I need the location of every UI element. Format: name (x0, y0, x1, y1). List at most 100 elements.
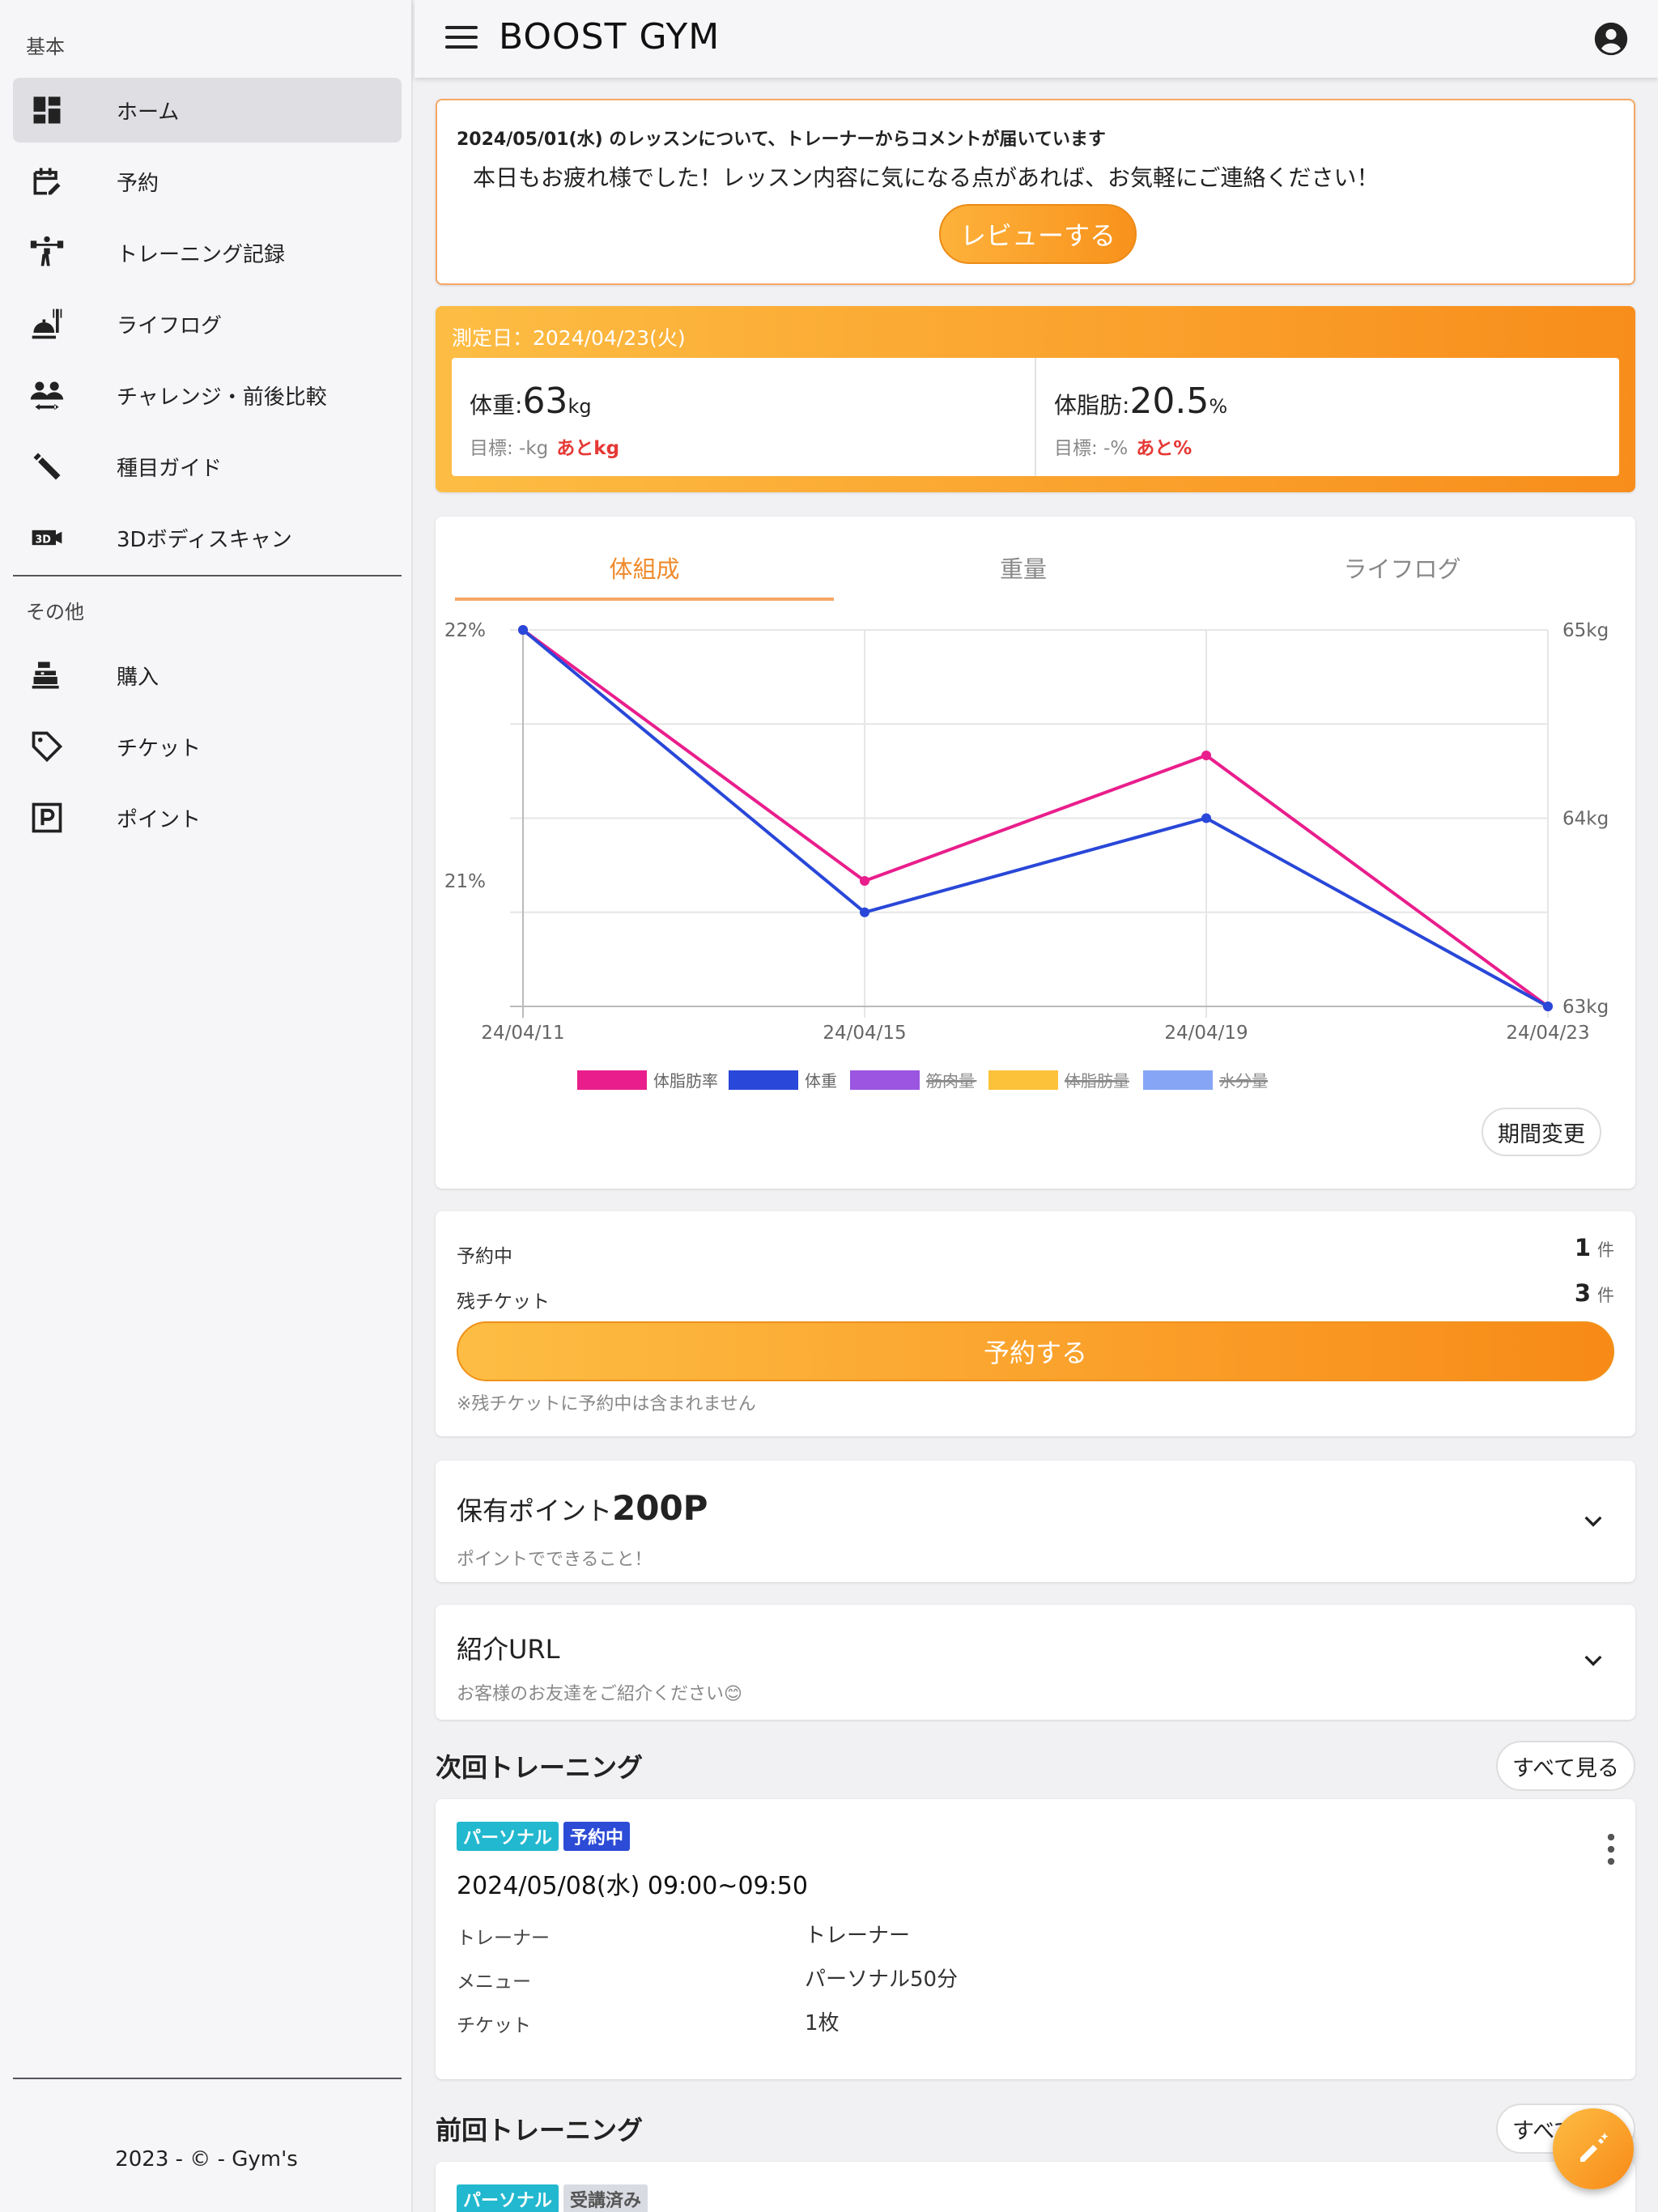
badge-personal: パーソナル (457, 2184, 559, 2212)
sidebar-item-label: 種目ガイド (117, 456, 223, 481)
reserve-note: ※残チケットに予約中は含まれません (457, 1394, 756, 1414)
sidebar-item-label: ホーム (117, 100, 180, 125)
reservation-card: 予約中 1件 残チケット 3件 予約する ※残チケットに予約中は含まれません (436, 1211, 1635, 1436)
prev-training-title: 前回トレーニング (436, 2115, 644, 2146)
fat-remaining: あと% (1136, 438, 1192, 459)
see-all-next-button[interactable]: すべて見る (1496, 1741, 1635, 1791)
dashboard-icon (28, 91, 66, 130)
sidebar-item-label: ポイント (117, 807, 202, 832)
legend-label: 体脂肪率 (653, 1071, 718, 1091)
detail-value-trainer: トレーナー (805, 1924, 911, 1948)
measurement-summary: 測定日：2024/04/23(火) 体重:63kg 目標: -kg あとkg 体脂… (436, 306, 1635, 492)
more-vert-icon[interactable] (1606, 1833, 1616, 1865)
sidebar-item-label: トレーニング記録 (117, 242, 286, 267)
referral-accordion[interactable]: 紹介URL お客様のお友達をご紹介ください😊 (436, 1605, 1635, 1720)
chart-card: 体組成 重量 ライフログ 22% 21% 65kg 64kg 63kg 24/04/11 2… (436, 517, 1635, 1189)
pending-label: 予約中 (457, 1246, 512, 1267)
sidebar-item-points[interactable]: ポイント (13, 785, 402, 850)
next-training-datetime: 2024/05/08(水) 09:00~09:50 (457, 1872, 808, 1900)
sidebar-item-training-log[interactable]: トレーニング記録 (13, 220, 402, 285)
svg-text:3D: 3D (35, 534, 51, 546)
legend-swatch (577, 1070, 647, 1090)
referral-title: 紹介URL (457, 1634, 560, 1665)
next-training-title: 次回トレーニング (436, 1752, 644, 1783)
badge-personal: パーソナル (457, 1822, 559, 1851)
series-point (860, 876, 869, 886)
3d-icon: 3D (28, 518, 66, 557)
sidebar: 基本 ホーム 予約 トレーニング記録 ライフログ チャレンジ・前後比較 種目ガイ… (0, 0, 413, 2212)
legend-swatch (850, 1070, 920, 1090)
sidebar-item-exercise-guide[interactable]: 種目ガイド (13, 434, 402, 499)
weight-target: 目標: -kg (470, 438, 549, 459)
sidebar-item-reservation[interactable]: 予約 (13, 149, 402, 214)
weight-column: 体重:63kg 目標: -kg あとkg (452, 358, 1035, 476)
detail-label-menu: メニュー (457, 1972, 531, 1993)
sidebar-item-purchase[interactable]: 購入 (13, 643, 402, 708)
measurement-box: 体重:63kg 目標: -kg あとkg 体脂肪:20.5% 目標: -% あと% (452, 358, 1619, 476)
tab-weight[interactable]: 重量 (834, 551, 1213, 585)
reserve-button[interactable]: 予約する (457, 1321, 1614, 1381)
series-point (1201, 813, 1211, 823)
tag-icon (28, 727, 66, 766)
sidebar-item-challenge[interactable]: チャレンジ・前後比較 (13, 363, 402, 428)
fat-target: 目標: -% (1054, 438, 1129, 459)
fat-value: 20.5 (1129, 381, 1209, 422)
next-training-card[interactable]: パーソナル 予約中 2024/05/08(水) 09:00~09:50 トレーナ… (436, 1799, 1635, 2079)
chevron-down-icon[interactable] (1580, 1647, 1606, 1673)
sidebar-footer-divider (13, 2078, 402, 2079)
body-composition-chart: 22% 21% 65kg 64kg 63kg 24/04/11 24/04/15 24/04/… (444, 620, 1609, 1091)
x-tick-label: 24/04/19 (1164, 1023, 1248, 1044)
sidebar-divider (13, 575, 402, 576)
sidebar-item-label: 3Dボディスキャン (117, 527, 292, 552)
chevron-down-icon[interactable] (1580, 1508, 1606, 1534)
y-right-tick-label: 64kg (1562, 809, 1609, 830)
sidebar-item-ticket[interactable]: チケット (13, 714, 402, 779)
prev-training-card[interactable]: パーソナル 受講済み (436, 2162, 1635, 2212)
series-point (860, 907, 869, 917)
legend-swatch (1143, 1070, 1213, 1090)
sidebar-item-label: チャレンジ・前後比較 (117, 385, 327, 410)
y-left-tick-label: 21% (444, 871, 486, 892)
notice-body: 本日もお疲れ様でした！レッスン内容に気になる点があれば、お気軽にご連絡ください！ (473, 164, 1380, 191)
sidebar-item-lifelog[interactable]: ライフログ (13, 291, 402, 356)
tab-body-composition[interactable]: 体組成 (455, 551, 834, 585)
sidebar-item-3d-scan[interactable]: 3D 3Dボディスキャン (13, 505, 402, 570)
x-tick-label: 24/04/23 (1506, 1023, 1589, 1044)
referral-subtitle: お客様のお友達をご紹介ください😊 (457, 1684, 742, 1704)
app-title: BOOST GYM (499, 16, 721, 57)
legend-swatch (729, 1070, 798, 1090)
legend-swatch (988, 1070, 1058, 1090)
copyright-footer: 2023 - © - Gym's (115, 2147, 298, 2172)
edit-fab-button[interactable] (1553, 2108, 1634, 2189)
review-button[interactable]: レビューする (939, 204, 1137, 264)
y-right-tick-label: 63kg (1562, 997, 1609, 1018)
y-left-tick-label: 22% (444, 620, 486, 641)
dumbbell-icon (28, 447, 66, 486)
trainer-comment-notice: 2024/05/01(水) のレッスンについて、トレーナーからコメントが届いてい… (436, 99, 1635, 285)
points-title: 保有ポイント200P (457, 1488, 708, 1528)
tab-lifelog[interactable]: ライフログ (1213, 551, 1592, 585)
account-icon[interactable] (1593, 21, 1629, 57)
calendar-edit-icon (28, 162, 66, 201)
change-period-button[interactable]: 期間変更 (1482, 1108, 1601, 1156)
y-right-tick-label: 65kg (1562, 620, 1609, 641)
sidebar-item-label: チケット (117, 736, 202, 761)
legend-label: 体重 (805, 1071, 837, 1091)
edit-sparkle-icon (1580, 2133, 1609, 2162)
section-label-other: その他 (26, 601, 84, 623)
parking-p-icon (28, 798, 66, 837)
sidebar-item-label: 購入 (117, 665, 159, 690)
points-value: 200P (612, 1488, 708, 1528)
weight-label: 体重: (470, 392, 523, 419)
measurement-date: 測定日：2024/04/23(火) (452, 326, 686, 350)
sidebar-item-label: ライフログ (117, 313, 223, 338)
food-icon (28, 304, 66, 343)
menu-icon[interactable] (445, 26, 478, 52)
detail-label-trainer: トレーナー (457, 1928, 550, 1949)
series-point (518, 625, 528, 635)
points-accordion[interactable]: 保有ポイント200P ポイントでできること！ (436, 1461, 1635, 1582)
sidebar-item-home[interactable]: ホーム (13, 78, 402, 143)
section-label-basic: 基本 (26, 36, 65, 58)
badge-reserved: 予約中 (563, 1822, 631, 1851)
detail-value-menu: パーソナル50分 (805, 1967, 959, 1992)
